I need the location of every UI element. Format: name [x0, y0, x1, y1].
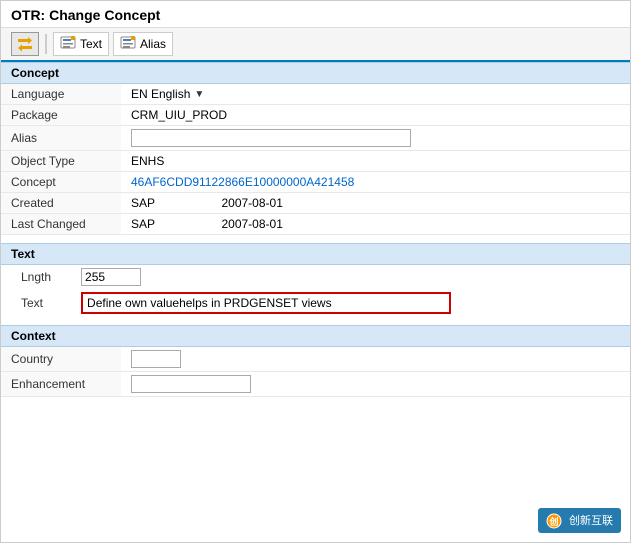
alias-row: Alias	[1, 126, 630, 151]
language-value: EN English	[131, 87, 190, 101]
language-label: Language	[1, 84, 121, 105]
country-row: Country	[1, 347, 630, 372]
concept-section-header: Concept	[1, 62, 630, 84]
concept-form-table: Language EN English ▼ Package CRM_UIU_PR…	[1, 84, 630, 235]
concept-row: Concept 46AF6CDD91122866E10000000A421458	[1, 172, 630, 193]
text-row: Text	[1, 289, 630, 317]
context-section-header: Context	[1, 325, 630, 347]
country-label: Country	[1, 347, 121, 372]
text-tab-button[interactable]: Text	[53, 32, 109, 56]
watermark: 创 创新互联	[538, 508, 621, 533]
object-type-value: ENHS	[131, 154, 164, 168]
package-label: Package	[1, 105, 121, 126]
toolbar-separator-1	[45, 34, 47, 54]
created-label: Created	[1, 193, 121, 214]
main-window: OTR: Change Concept Text	[0, 0, 631, 543]
concept-label: Concept	[1, 172, 121, 193]
toolbar: Text Alias	[1, 28, 630, 62]
text-label: Text	[80, 37, 102, 51]
svg-text:创: 创	[548, 516, 558, 527]
lngth-label: Lngth	[1, 265, 61, 289]
package-value: CRM_UIU_PROD	[131, 108, 227, 122]
last-changed-row: Last Changed SAP 2007-08-01	[1, 214, 630, 235]
package-row: Package CRM_UIU_PROD	[1, 105, 630, 126]
concept-section: Concept Language EN English ▼ Package CR…	[1, 62, 630, 235]
title-bar: OTR: Change Concept	[1, 1, 630, 28]
created-date: 2007-08-01	[221, 196, 282, 210]
enhancement-row: Enhancement	[1, 372, 630, 397]
alias-label: Alias	[140, 37, 166, 51]
switch-icon	[17, 36, 33, 52]
text-field-label: Text	[1, 289, 61, 317]
context-form-table: Country Enhancement	[1, 347, 630, 397]
page-title: OTR: Change Concept	[11, 7, 620, 23]
last-changed-label: Last Changed	[1, 214, 121, 235]
object-type-row: Object Type ENHS	[1, 151, 630, 172]
watermark-icon: 创	[546, 513, 562, 529]
lngth-input[interactable]	[81, 268, 141, 286]
enhancement-input[interactable]	[131, 375, 251, 393]
concept-value[interactable]: 46AF6CDD91122866E10000000A421458	[131, 175, 354, 189]
text-input[interactable]	[81, 292, 451, 314]
text-form-table: Lngth Text	[1, 265, 630, 317]
created-row: Created SAP 2007-08-01	[1, 193, 630, 214]
lngth-row: Lngth	[1, 265, 630, 289]
last-changed-date: 2007-08-01	[221, 217, 282, 231]
alias-input[interactable]	[131, 129, 411, 147]
switch-button[interactable]	[11, 32, 39, 56]
last-changed-by: SAP	[131, 217, 155, 231]
watermark-text: 创新互联	[569, 515, 613, 527]
language-dropdown-arrow[interactable]: ▼	[194, 89, 204, 100]
language-row: Language EN English ▼	[1, 84, 630, 105]
alias-label: Alias	[1, 126, 121, 151]
context-section: Context Country Enhancement	[1, 325, 630, 397]
alias-tab-button[interactable]: Alias	[113, 32, 173, 56]
object-type-label: Object Type	[1, 151, 121, 172]
alias-icon	[120, 36, 136, 52]
enhancement-label: Enhancement	[1, 372, 121, 397]
text-icon	[60, 36, 76, 52]
text-section-header: Text	[1, 243, 630, 265]
text-section: Text Lngth Text	[1, 243, 630, 317]
language-select[interactable]: EN English ▼	[131, 87, 204, 101]
created-by: SAP	[131, 196, 155, 210]
country-input[interactable]	[131, 350, 181, 368]
